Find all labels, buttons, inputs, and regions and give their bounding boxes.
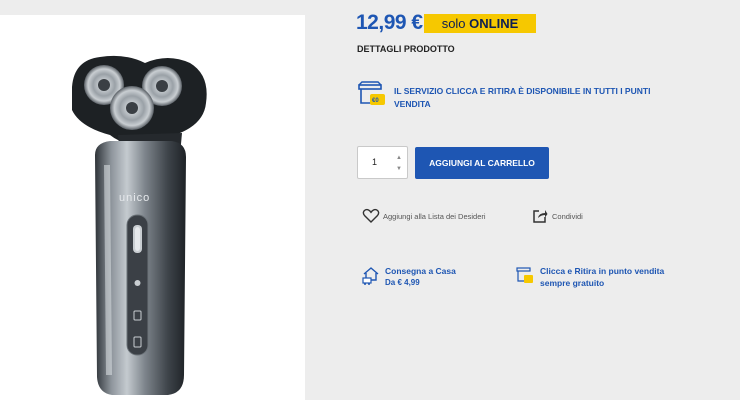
product-price: 12,99 € (356, 11, 423, 34)
share-label[interactable]: Condividi (552, 212, 583, 221)
product-image-panel: unico (0, 15, 305, 400)
online-only-badge: solo ONLINE (424, 14, 536, 33)
store-pickup-small-icon (516, 267, 533, 283)
add-to-wishlist-link[interactable]: Aggiungi alla Lista dei Desideri (362, 208, 486, 224)
quantity-value[interactable]: 1 (372, 157, 377, 167)
brand-logo-text: unico (119, 192, 150, 204)
quantity-stepper[interactable]: 1 ▲ ▼ (357, 146, 408, 179)
product-image-shaver[interactable]: unico (0, 15, 305, 400)
home-delivery-info: Consegna a Casa Da € 4,99 (362, 265, 456, 289)
add-to-cart-button[interactable]: AGGIUNGI AL CARRELLO (415, 147, 549, 179)
svg-text:€0: €0 (372, 98, 379, 104)
chevron-up-icon[interactable]: ▲ (395, 154, 403, 162)
click-collect-line2: sempre gratuito (540, 278, 605, 288)
share-link[interactable]: Condividi (532, 208, 583, 224)
product-details-heading: DETTAGLI PRODOTTO (357, 44, 455, 54)
share-icon[interactable] (532, 208, 548, 224)
store-pickup-icon: €0 (358, 81, 385, 105)
heart-icon[interactable] (362, 208, 380, 224)
badge-prefix: solo (441, 16, 466, 31)
home-delivery-price: Da € 4,99 (385, 278, 420, 287)
home-delivery-title: Consegna a Casa (385, 266, 456, 276)
click-collect-info: Clicca e Ritira in punto vendita sempre … (516, 265, 664, 289)
click-collect-service-text: IL SERVIZIO CLICCA E RITIRA È DISPONIBIL… (394, 86, 651, 109)
click-collect-line1: Clicca e Ritira in punto vendita (540, 266, 665, 276)
home-delivery-icon (362, 267, 379, 285)
chevron-down-icon[interactable]: ▼ (395, 165, 403, 173)
badge-main: ONLINE (469, 16, 519, 31)
wishlist-label[interactable]: Aggiungi alla Lista dei Desideri (383, 212, 486, 221)
